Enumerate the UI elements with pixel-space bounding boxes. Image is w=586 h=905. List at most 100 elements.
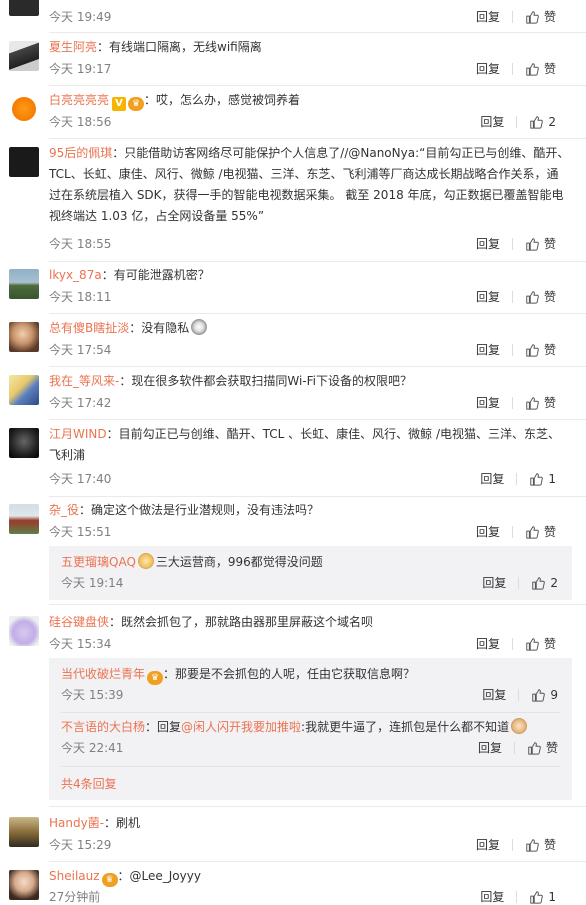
reply-button[interactable]: 回复 — [480, 112, 504, 132]
reply-button[interactable]: 回复 — [480, 469, 504, 489]
divider — [49, 604, 586, 605]
mention-link[interactable]: @闲人闪开我要加推啦 — [181, 720, 301, 734]
avatar[interactable] — [9, 616, 39, 646]
divider — [511, 238, 513, 250]
avatar[interactable] — [9, 41, 39, 71]
like-count: 赞 — [543, 290, 556, 304]
comment-meta: 27分钟前 回复 1 — [49, 887, 572, 905]
reply-button[interactable]: 回复 — [482, 573, 506, 593]
comment-actions: 回复 赞 — [476, 234, 556, 254]
view-all-replies-link[interactable]: 共4条回复 — [61, 774, 117, 794]
like-count: 赞 — [543, 525, 556, 539]
comment-meta: 今天 18:11 回复 赞 — [49, 287, 572, 307]
thumbs-up-icon — [525, 525, 539, 539]
username-link[interactable]: 杂_役 — [49, 503, 79, 517]
username-link[interactable]: 夏生阿亮 — [49, 40, 97, 54]
avatar[interactable] — [9, 269, 39, 299]
username-link[interactable]: lkyx_87a — [49, 268, 102, 282]
reply-button[interactable]: 回复 — [476, 287, 500, 307]
comment-text: ：只能借助访客网络尽可能保护个人信息了//@NanoNya:“目前勾正已与创维、… — [112, 146, 570, 160]
username-link[interactable]: 不言语的大白杨 — [61, 720, 145, 734]
like-count: 1 — [548, 890, 556, 904]
comment-meta: 今天 22:41 回复 赞 — [61, 738, 558, 758]
comment-body: Sheilauz ♛ ：@Lee_Joyyy — [49, 866, 572, 887]
reply-button[interactable]: 回复 — [476, 634, 500, 654]
reply-button[interactable]: 回复 — [476, 7, 500, 27]
reply-thread: 当代收破烂青年 ♛ ：那要是不会抓包的人呢，任由它获取信息啊？ 今天 15:39 回… — [49, 658, 572, 800]
comment-actions: 回复 赞 — [476, 522, 556, 542]
username-link[interactable]: 我在_等风来- — [49, 374, 119, 388]
like-button[interactable]: 赞 — [525, 287, 556, 307]
comment-body: 江月WIND：目前勾正已与创维、酷开、TCL 、长虹、康佳、风行、微鲸 /电视猫… — [49, 424, 572, 466]
divider — [49, 85, 586, 86]
avatar[interactable] — [9, 322, 39, 352]
avatar[interactable] — [9, 0, 39, 16]
avatar[interactable] — [9, 375, 39, 405]
avatar[interactable] — [9, 504, 39, 534]
like-button[interactable]: 1 — [529, 887, 556, 905]
like-button[interactable]: 1 — [529, 469, 556, 489]
like-button[interactable]: 赞 — [525, 522, 556, 542]
thumbs-up-icon — [529, 115, 543, 129]
username-link[interactable]: 95后的佩琪 — [49, 146, 112, 160]
vip-crown-icon: ♛ — [101, 873, 118, 887]
reply-button[interactable]: 回复 — [476, 393, 500, 413]
avatar[interactable] — [9, 147, 39, 177]
username-link[interactable]: 总有傻B瞎扯淡 — [49, 321, 129, 335]
divider — [49, 32, 586, 33]
like-count: 9 — [550, 688, 558, 702]
reply-button[interactable]: 回复 — [476, 59, 500, 79]
reply-button[interactable]: 回复 — [480, 887, 504, 905]
reply-button[interactable]: 回复 — [476, 522, 500, 542]
username-link[interactable]: 当代收破烂青年 — [61, 667, 145, 681]
comment-text: ：那要是不会抓包的人呢，任由它获取信息啊？ — [163, 667, 416, 681]
like-button[interactable]: 赞 — [527, 738, 558, 758]
like-button[interactable]: 赞 — [525, 634, 556, 654]
like-button[interactable]: 赞 — [525, 340, 556, 360]
username-link[interactable]: 五更瑠璃QAQ — [61, 555, 136, 569]
avatar[interactable] — [9, 428, 39, 458]
reply-button[interactable]: 回复 — [476, 340, 500, 360]
reply-button[interactable]: 回复 — [476, 835, 500, 855]
thumbs-up-icon — [525, 637, 539, 651]
comment-time: 27分钟前 — [49, 890, 101, 904]
divider — [511, 11, 513, 23]
like-button[interactable]: 赞 — [525, 234, 556, 254]
comment-text: ：刷机 — [104, 816, 141, 830]
comment-meta: 今天 19:14 回复 2 — [61, 573, 558, 593]
divider — [518, 577, 520, 589]
comment-text: ：哎，怎么办，感觉被饲养着 — [144, 93, 301, 107]
comment-time: 今天 17:40 — [49, 472, 112, 486]
divider — [61, 766, 560, 767]
username-link[interactable]: Handy菌- — [49, 816, 104, 830]
username-link[interactable]: 白亮亮亮亮 — [49, 93, 109, 107]
like-button[interactable]: 2 — [531, 573, 558, 593]
avatar[interactable] — [9, 94, 39, 124]
like-button[interactable]: 9 — [531, 685, 558, 705]
like-button[interactable]: 2 — [529, 112, 556, 132]
avatar[interactable] — [9, 817, 39, 847]
comment-time: 今天 15:34 — [49, 637, 112, 651]
reply-button[interactable]: 回复 — [482, 685, 506, 705]
comment-text: 三大运营商，996都觉得没问题 — [155, 555, 323, 569]
reply-button[interactable]: 回复 — [478, 738, 502, 758]
divider — [49, 366, 586, 367]
username-link[interactable]: Sheilauz — [49, 869, 100, 883]
like-button[interactable]: 赞 — [525, 835, 556, 855]
like-button[interactable]: 赞 — [525, 393, 556, 413]
username-link[interactable]: 硅谷键盘侠 — [49, 615, 109, 629]
comment-text: ：没有隐私 — [129, 321, 190, 335]
avatar[interactable] — [9, 870, 39, 900]
like-count: 2 — [548, 115, 556, 129]
reply-button[interactable]: 回复 — [476, 234, 500, 254]
like-button[interactable]: 赞 — [525, 59, 556, 79]
thumbs-up-icon — [531, 688, 545, 702]
divider — [511, 63, 513, 75]
divider — [516, 891, 518, 903]
like-button[interactable]: 赞 — [525, 7, 556, 27]
username-link[interactable]: 江月WIND — [49, 427, 107, 441]
divider — [511, 344, 513, 356]
divider — [511, 397, 513, 409]
comment-body: 总有傻B瞎扯淡：没有隐私 — [49, 318, 572, 339]
comment-meta: 今天 15:51 回复 赞 — [49, 522, 572, 542]
